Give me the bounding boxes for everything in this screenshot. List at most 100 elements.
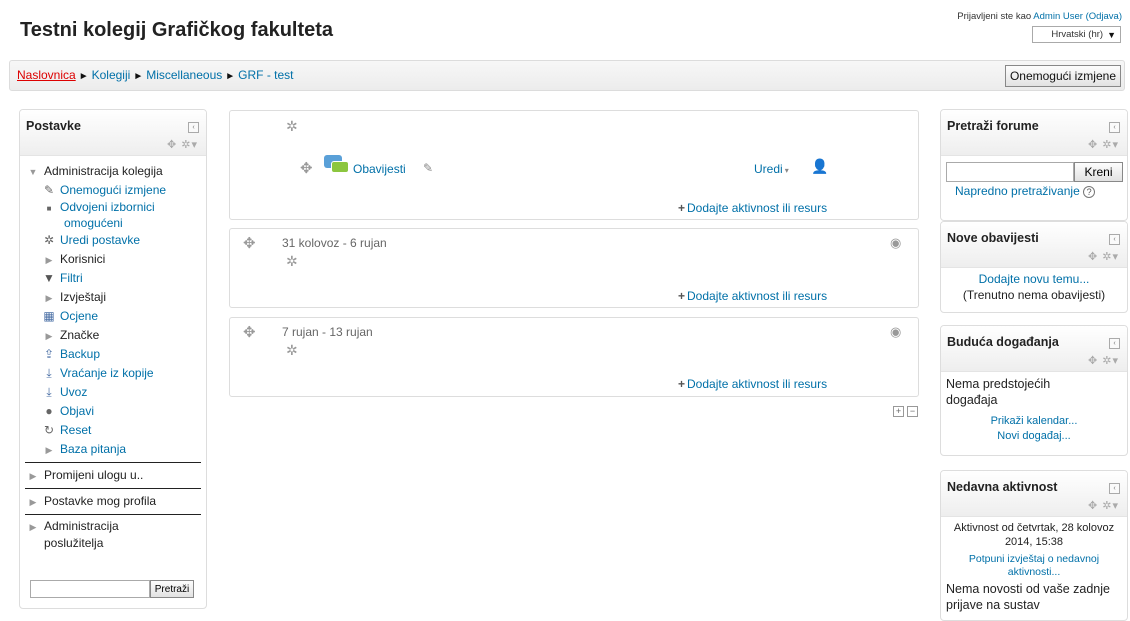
block-controls: ✥ ✲▾ xyxy=(1088,499,1119,512)
add-activity-link[interactable]: + Dodajte aktivnost ili resurs xyxy=(678,201,827,215)
forum-icon xyxy=(324,155,350,175)
download-icon: ⤓ xyxy=(46,385,52,399)
gear-icon[interactable]: ✲ xyxy=(286,342,298,359)
move-icon[interactable]: ✥ xyxy=(1088,500,1098,512)
add-activity-link[interactable]: + Dodajte aktivnost ili resurs xyxy=(678,289,827,303)
hide-block-icon[interactable]: ‹ xyxy=(1109,122,1120,133)
tree-item-editing-off[interactable]: ✎ Onemogući izmjene xyxy=(20,181,206,200)
new-event-link[interactable]: Novi događaj... xyxy=(941,430,1127,442)
navbar: Naslovnica ► Kolegiji ► Miscellaneous ► GRF - … xyxy=(9,60,1125,91)
section-title: 7 rujan - 13 rujan xyxy=(282,325,373,339)
breadcrumb-courses[interactable]: Kolegiji xyxy=(92,68,131,82)
tree-item-label: Baza pitanja xyxy=(60,442,127,456)
hide-block-icon[interactable]: ‹ xyxy=(188,122,199,133)
tree-item-restore[interactable]: ⤓ Vraćanje iz kopije xyxy=(20,364,206,383)
move-icon[interactable]: ✥ xyxy=(1088,355,1098,367)
tree-item-backup[interactable]: ⇪ Backup xyxy=(20,345,206,364)
globe-icon: ● xyxy=(45,404,53,418)
upload-icon: ⇪ xyxy=(43,347,55,361)
course-section-week-2: ✥ 7 rujan - 13 rujan ✲ ◉ + Dodajte aktivn… xyxy=(229,317,919,397)
move-icon[interactable]: ✥ xyxy=(300,159,313,177)
gear-icon[interactable]: ✲▾ xyxy=(1102,500,1119,512)
tree-item-label: Uvoz xyxy=(60,385,88,399)
hide-block-icon[interactable]: ‹ xyxy=(1109,234,1120,245)
breadcrumb-home[interactable]: Naslovnica xyxy=(17,68,76,82)
gear-icon[interactable]: ✲▾ xyxy=(1102,251,1119,263)
admin-search-button[interactable]: Pretraži xyxy=(150,580,194,598)
gear-icon[interactable]: ✲ xyxy=(286,253,298,270)
settings-block: Postavke ‹ ✥ ✲▾ ▼ Administracija kolegija… xyxy=(19,109,207,609)
full-report-link[interactable]: Potpuni izvještaj o nedavnoj aktivnosti.… xyxy=(945,553,1123,579)
tree-item-switch-role[interactable]: ▶ Promijeni ulogu u.. xyxy=(20,466,206,485)
assign-roles-icon[interactable]: 👤 xyxy=(811,158,828,175)
tree-item-badges[interactable]: ▶ Značke xyxy=(20,326,206,345)
expand-all-icon[interactable]: + xyxy=(893,406,904,417)
move-icon[interactable]: ✥ xyxy=(243,323,256,341)
forum-search-input[interactable] xyxy=(946,162,1074,182)
latest-news-block: Nove obavijesti ‹ ✥ ✲▾ Dodajte novu temu… xyxy=(940,221,1128,313)
hide-block-icon[interactable]: ‹ xyxy=(1109,483,1120,494)
breadcrumb-separator: ► xyxy=(78,71,89,82)
block-controls: ✥ ✲▾ xyxy=(1088,354,1119,367)
block-controls: ✥ ✲▾ xyxy=(1088,250,1119,263)
course-section-week-1: ✥ 31 kolovoz - 6 rujan ✲ ◉ + Dodajte akti… xyxy=(229,228,919,308)
collapse-all-icon[interactable]: − xyxy=(907,406,918,417)
block-title: Buduća događanja xyxy=(947,335,1059,349)
edit-menu[interactable]: Uredi ▾ xyxy=(754,162,789,176)
logout-link[interactable]: (Odjava) xyxy=(1086,11,1122,22)
tree-item-reset[interactable]: ↻ Reset xyxy=(20,421,206,440)
move-icon[interactable]: ✥ xyxy=(243,234,256,252)
advanced-search-link[interactable]: Napredno pretraživanje ? xyxy=(955,184,1096,198)
add-activity-link[interactable]: + Dodajte aktivnost ili resurs xyxy=(678,377,827,391)
tree-item-label: Odvojeni izbornici omogućeni xyxy=(60,200,155,230)
site-title: Testni kolegij Grafičkog fakulteta xyxy=(20,19,334,41)
eye-icon[interactable]: ◉ xyxy=(890,235,901,251)
calendar-link[interactable]: Prikaži kalendar... xyxy=(941,415,1127,427)
forum-news-link[interactable]: Obavijesti xyxy=(353,162,406,176)
expand-arrow-icon: ▶ xyxy=(29,522,37,532)
tree-item-label: Onemogući izmjene xyxy=(60,183,167,197)
block-controls: ✥ ✲▾ xyxy=(1088,138,1119,151)
tree-item-separate-groups[interactable]: ■ Odvojeni izbornici omogućeni xyxy=(20,200,190,231)
tree-item-filters[interactable]: ▼ Filtri xyxy=(20,269,206,288)
upcoming-events-block: Buduća događanja ‹ ✥ ✲▾ Nema predstojeći… xyxy=(940,325,1128,456)
tree-item-import[interactable]: ⤓ Uvoz xyxy=(20,383,206,402)
admin-search-input[interactable] xyxy=(30,580,150,598)
tree-item-label: Ocjene xyxy=(60,309,99,323)
turn-editing-off-button[interactable]: Onemogući izmjene xyxy=(1004,65,1121,87)
move-icon[interactable]: ✥ xyxy=(1088,251,1098,263)
help-icon[interactable]: ? xyxy=(1083,186,1096,198)
user-name-link[interactable]: Admin User xyxy=(1033,11,1083,22)
tree-item-profile-settings[interactable]: ▶ Postavke mog profila xyxy=(20,492,206,511)
tree-item-grades[interactable]: ▦ Ocjene xyxy=(20,307,206,326)
forum-search-go-button[interactable]: Kreni xyxy=(1074,162,1123,182)
language-select[interactable]: Hrvatski (hr) ▼ xyxy=(1032,26,1121,43)
move-icon[interactable]: ✥ xyxy=(167,139,177,151)
add-new-topic-link[interactable]: Dodajte novu temu... xyxy=(941,272,1127,286)
eye-icon[interactable]: ◉ xyxy=(890,324,901,340)
gear-icon[interactable]: ✲ xyxy=(286,118,298,135)
move-icon[interactable]: ✥ xyxy=(1088,139,1098,151)
tree-item-site-admin[interactable]: ▶ Administracija poslužitelja xyxy=(20,518,170,551)
tree-item-question-bank[interactable]: ▶ Baza pitanja xyxy=(20,440,206,459)
tree-item-edit-settings[interactable]: ✲ Uredi postavke xyxy=(20,231,206,250)
gear-icon[interactable]: ✲▾ xyxy=(1102,139,1119,151)
no-news-text: (Trenutno nema obavijesti) xyxy=(962,288,1106,302)
breadcrumb-course[interactable]: GRF - test xyxy=(238,68,293,82)
gear-icon[interactable]: ✲▾ xyxy=(181,139,198,151)
block-title: Nedavna aktivnost xyxy=(947,480,1058,494)
admin-search-form: Pretraži xyxy=(30,580,194,598)
breadcrumb-category[interactable]: Miscellaneous xyxy=(146,68,222,82)
block-controls: ✥ ✲▾ xyxy=(167,138,198,151)
tree-item-users[interactable]: ▶ Korisnici xyxy=(20,250,206,269)
hide-block-icon[interactable]: ‹ xyxy=(1109,338,1120,349)
gear-icon[interactable]: ✲▾ xyxy=(1102,355,1119,367)
tree-item-reports[interactable]: ▶ Izvještaji xyxy=(20,288,206,307)
tree-item-publish[interactable]: ● Objavi xyxy=(20,402,206,421)
grades-table-icon: ▦ xyxy=(43,309,55,323)
tree-item-course-admin[interactable]: ▼ Administracija kolegija xyxy=(20,162,206,181)
edit-title-icon[interactable]: ✎ xyxy=(423,161,433,175)
plus-icon: + xyxy=(678,201,686,215)
login-info: Prijavljeni ste kao Admin User (Odjava) xyxy=(957,11,1122,22)
gear-icon: ✲ xyxy=(43,233,55,247)
